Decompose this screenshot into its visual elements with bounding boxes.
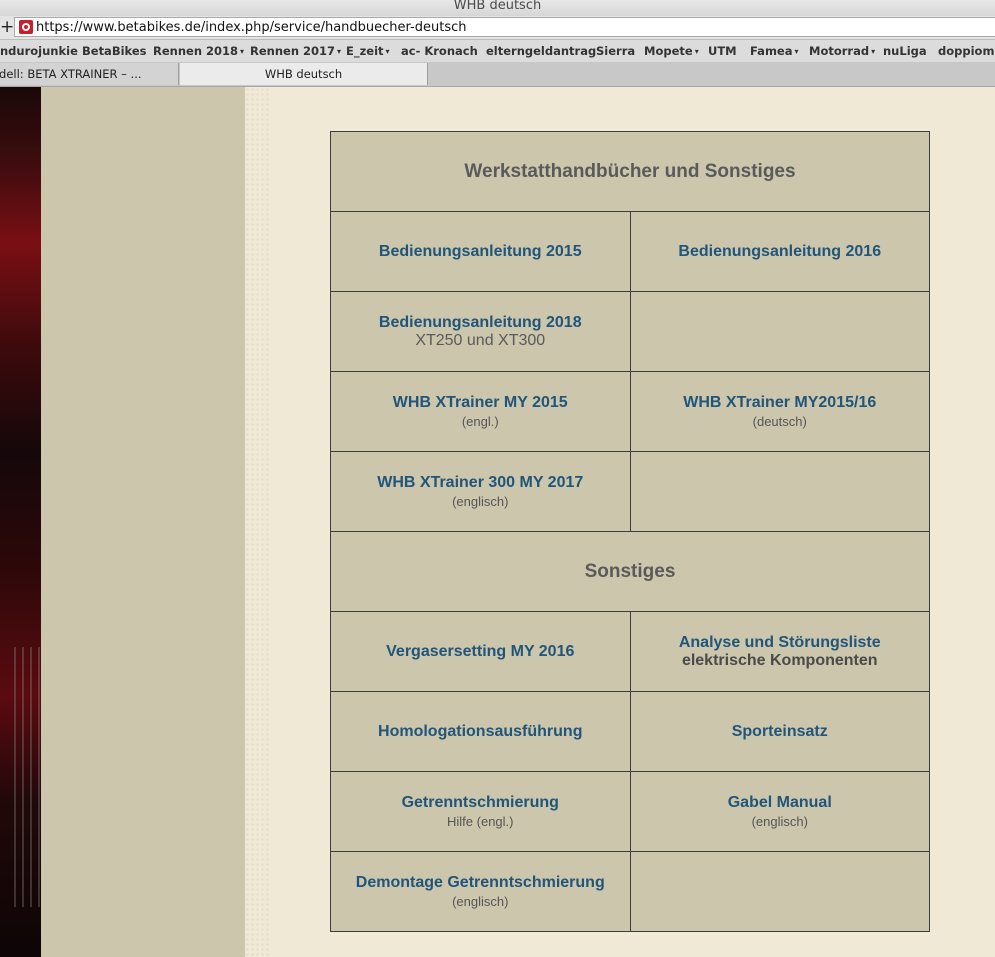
table-cell: Demontage Getrenntschmierung (englisch) (330, 851, 631, 932)
chevron-down-icon: ▾ (337, 47, 342, 56)
manual-link-sporteinsatz[interactable]: Sporteinsatz (631, 723, 930, 741)
bookmark-folder-famea[interactable]: Famea ▾ (750, 44, 799, 58)
site-favicon-icon (19, 20, 33, 34)
bookmark-nuliga[interactable]: nuLiga (883, 44, 927, 58)
manual-link-gabel-manual[interactable]: Gabel Manual (631, 794, 930, 812)
bookmarks-bar: ndurojunkie BetaBikes Rennen 2018 ▾ Renne… (0, 40, 995, 62)
decorative-dot-strip (245, 87, 271, 957)
tab-bar: odell: BETA XTRAINER – ... WHB deutsch (0, 62, 995, 87)
bookmark-folder-rennen-2018[interactable]: Rennen 2018 ▾ (153, 44, 244, 58)
manual-link-vergasersetting-my-2016[interactable]: Vergasersetting MY 2016 (331, 643, 630, 661)
manual-language-note: (deutsch) (752, 414, 807, 429)
manual-link-whb-xtrainer-300-my-2017[interactable]: WHB XTrainer 300 MY 2017 (331, 474, 630, 492)
section-heading-cell: Sonstiges (330, 531, 930, 612)
window-title: WHB deutsch (453, 0, 542, 13)
table-cell: Analyse und Störungsliste elektrische Ko… (629, 611, 930, 692)
new-tab-button[interactable]: + (0, 18, 14, 36)
manual-link-bedienungsanleitung-2016[interactable]: Bedienungsanleitung 2016 (631, 243, 930, 261)
section-heading-cell: Werkstatthandbücher und Sonstiges (330, 131, 930, 212)
page-content: Werkstatthandbücher und Sonstiges Bedien… (0, 87, 995, 957)
manual-language-note: Hilfe (engl.) (447, 814, 514, 829)
empty-cell (629, 451, 930, 532)
table-cell: Bedienungsanleitung 2016 (629, 211, 930, 292)
section-heading: Werkstatthandbücher und Sonstiges (464, 160, 796, 182)
table-cell: Bedienungsanleitung 2015 (330, 211, 631, 292)
manual-link-getrenntschmierung[interactable]: Getrenntschmierung (331, 794, 630, 812)
chevron-down-icon: ▾ (385, 47, 390, 56)
window-title-bar: WHB deutsch (0, 0, 995, 16)
manual-link-analyse-stoerungsliste[interactable]: Analyse und Störungsliste (631, 634, 930, 652)
left-sidebar (41, 87, 245, 957)
manuals-table: Werkstatthandbücher und Sonstiges Bedien… (330, 131, 930, 932)
tab-label: odell: BETA XTRAINER – ... (0, 67, 142, 81)
bookmark-betabikes[interactable]: BetaBikes (82, 44, 147, 58)
manual-language-note: (englisch) (452, 894, 509, 909)
url-field[interactable]: https://www.betabikes.de/index.php/servi… (14, 17, 995, 37)
table-cell: WHB XTrainer 300 MY 2017 (englisch) (330, 451, 631, 532)
table-cell: Bedienungsanleitung 2018 XT250 und XT300 (330, 291, 631, 372)
manual-link-bedienungsanleitung-2018[interactable]: Bedienungsanleitung 2018 (331, 314, 630, 332)
address-bar: + https://www.betabikes.de/index.php/ser… (0, 16, 995, 40)
manual-link-homologationsausfuehrung[interactable]: Homologationsausführung (331, 723, 630, 741)
empty-cell (629, 851, 930, 932)
table-cell: Gabel Manual (englisch) (629, 771, 930, 852)
bookmark-sierra[interactable]: Sierra (596, 44, 635, 58)
tab-beta-xtrainer[interactable]: odell: BETA XTRAINER – ... (0, 63, 179, 85)
manual-link-demontage-getrenntschmierung[interactable]: Demontage Getrenntschmierung (331, 874, 630, 892)
motorcycle-background-image (0, 87, 41, 957)
tab-whb-deutsch[interactable]: WHB deutsch (180, 63, 428, 85)
manual-language-note: (englisch) (452, 494, 509, 509)
table-cell: Homologationsausführung (330, 691, 631, 772)
manual-link-whb-xtrainer-my-2015[interactable]: WHB XTrainer MY 2015 (331, 394, 630, 412)
manual-language-note: (englisch) (751, 814, 808, 829)
bookmark-folder-mopete[interactable]: Mopete ▾ (644, 44, 699, 58)
bookmark-elterngeldantrag[interactable]: elterngeldantrag (486, 44, 596, 58)
empty-cell (629, 291, 930, 372)
section-heading-sonstiges: Sonstiges (584, 560, 676, 582)
bookmark-folder-rennen-2017[interactable]: Rennen 2017 ▾ (250, 44, 341, 58)
table-cell: Sporteinsatz (629, 691, 930, 772)
manual-note: XT250 und XT300 (415, 331, 546, 349)
url-text[interactable]: https://www.betabikes.de/index.php/servi… (36, 20, 467, 35)
bookmark-utm[interactable]: UTM (708, 44, 737, 58)
chevron-down-icon: ▾ (694, 47, 699, 56)
manual-note: elektrische Komponenten (681, 651, 878, 669)
chevron-down-icon: ▾ (871, 47, 876, 56)
table-cell: WHB XTrainer MY2015/16 (deutsch) (629, 371, 930, 452)
manual-link-bedienungsanleitung-2015[interactable]: Bedienungsanleitung 2015 (331, 243, 630, 261)
table-cell: Getrenntschmierung Hilfe (engl.) (330, 771, 631, 852)
chevron-down-icon: ▾ (794, 47, 799, 56)
bookmark-folder-e-zeit[interactable]: E_zeit ▾ (346, 44, 390, 58)
table-cell: WHB XTrainer MY 2015 (engl.) (330, 371, 631, 452)
bookmark-folder-motorrad[interactable]: Motorrad ▾ (809, 44, 875, 58)
bookmark-ac-kronach[interactable]: ac- Kronach (401, 44, 478, 58)
manual-link-whb-xtrainer-my2015-16[interactable]: WHB XTrainer MY2015/16 (631, 394, 930, 412)
bookmark-doppiomete[interactable]: doppiome: (938, 44, 995, 58)
table-cell: Vergasersetting MY 2016 (330, 611, 631, 692)
manual-language-note: (engl.) (461, 414, 499, 429)
bookmark-endurojunkie[interactable]: ndurojunkie (0, 44, 78, 58)
chevron-down-icon: ▾ (240, 47, 245, 56)
tab-label: WHB deutsch (264, 67, 343, 81)
